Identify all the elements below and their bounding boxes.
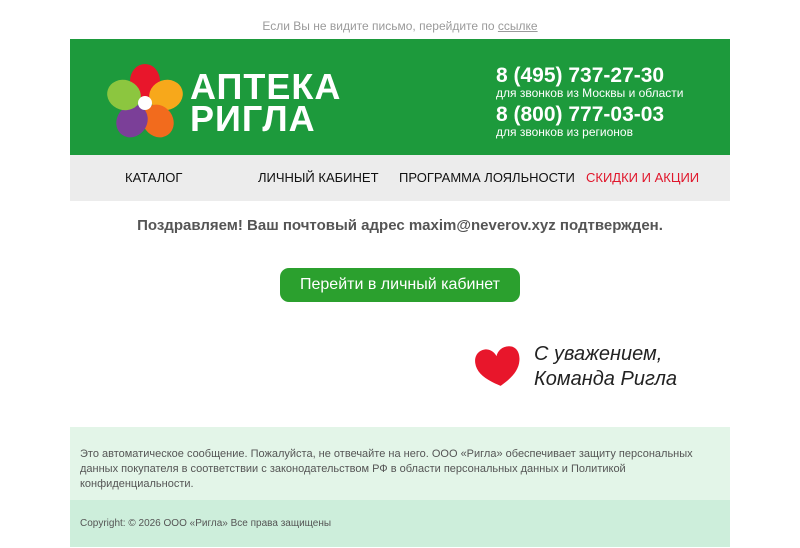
signature-line-1: С уважением, [534, 343, 663, 365]
signature: С уважением, Команда Ригла [474, 340, 704, 396]
header-banner: АПТЕКА РИГЛА 8 (495) 737-27-30 для звонк… [70, 39, 730, 155]
nav-loyalty[interactable]: ПРОГРАММА ЛОЯЛЬНОСТИ [399, 155, 575, 201]
nav-catalog[interactable]: КАТАЛОГ [125, 155, 182, 201]
go-to-account-button[interactable]: Перейти в личный кабинет [280, 268, 520, 302]
rigla-logo[interactable]: АПТЕКА РИГЛА [106, 63, 386, 143]
phone-regions-note: для звонков из регионов [496, 125, 633, 139]
heart-icon [475, 346, 520, 386]
main-nav: КАТАЛОГ ЛИЧНЫЙ КАБИНЕТ ПРОГРАММА ЛОЯЛЬНО… [70, 155, 730, 201]
copyright-text: Copyright: © 2026 ООО «Ригла» Все права … [80, 518, 332, 529]
phone-regions[interactable]: 8 (800) 777-03-03 [496, 104, 716, 126]
footer-copyright: Copyright: © 2026 ООО «Ригла» Все права … [70, 500, 730, 547]
confirmation-message: Поздравляем! Ваш почтовый адрес maxim@ne… [137, 217, 663, 234]
web-version-link[interactable]: ссылке [498, 19, 538, 33]
phone-moscow-note: для звонков из Москвы и области [496, 86, 684, 100]
phone-block: 8 (495) 737-27-30 для звонков из Москвы … [496, 65, 716, 143]
phone-moscow[interactable]: 8 (495) 737-27-30 [496, 65, 716, 87]
preheader-text: Если Вы не видите письмо, перейдите по [262, 19, 495, 33]
preheader: Если Вы не видите письмо, перейдите по с… [0, 19, 800, 33]
footer-notice-text: Это автоматическое сообщение. Пожалуйста… [80, 448, 693, 490]
flower-logo-icon [107, 64, 183, 138]
footer-notice: Это автоматическое сообщение. Пожалуйста… [70, 427, 730, 500]
nav-sales[interactable]: СКИДКИ И АКЦИИ [586, 155, 699, 201]
brand-line-2: РИГЛА [190, 98, 316, 139]
nav-account[interactable]: ЛИЧНЫЙ КАБИНЕТ [258, 155, 379, 201]
signature-line-2: Команда Ригла [534, 368, 677, 390]
